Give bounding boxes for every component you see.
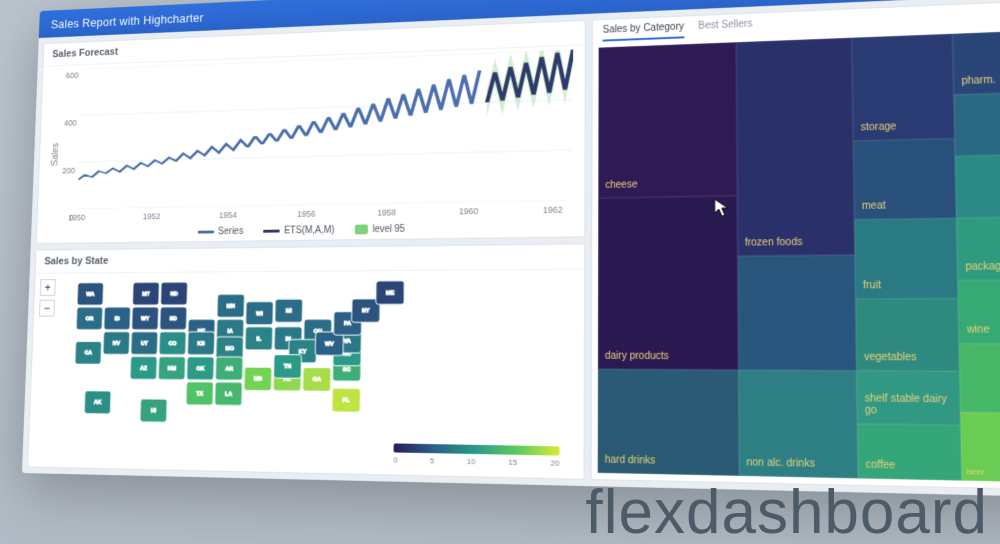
treemap-cell[interactable]: coffee: [857, 424, 962, 480]
panel-sales-by-category: Sales by CategoryBest Sellers cheesedair…: [591, 0, 1000, 491]
treemap-cell[interactable]: non alc. drinks: [738, 370, 858, 479]
legend-tick: 10: [467, 457, 476, 466]
state-CA[interactable]: CA: [75, 341, 102, 364]
y-axis-label: Sales: [51, 142, 61, 165]
treemap-cell[interactable]: vegetables: [856, 299, 960, 371]
state-IL[interactable]: IL: [245, 327, 273, 350]
zoom-in-button[interactable]: +: [40, 279, 56, 296]
choropleth-map[interactable]: WAORCANVIDMTWYUTAZCONMNDSDNEKSOKTXMNIAMO…: [64, 277, 431, 446]
legend-tick: 0: [393, 455, 397, 464]
forecast-chart[interactable]: Sales 0200400600 19501952195419561958196…: [37, 45, 585, 243]
y-tick: 400: [56, 118, 77, 128]
treemap-chart[interactable]: cheesedairy productshard drinks frozen fo…: [598, 30, 1000, 483]
state-MS[interactable]: MS: [244, 367, 272, 391]
state-MT[interactable]: MT: [132, 282, 159, 305]
treemap-cell[interactable]: meat: [853, 139, 956, 220]
state-AZ[interactable]: AZ: [130, 356, 157, 379]
state-ND[interactable]: ND: [160, 282, 187, 305]
state-WY[interactable]: WY: [132, 307, 159, 330]
state-ME[interactable]: ME: [376, 281, 405, 305]
watermark-text: flexdashboard: [586, 477, 989, 544]
state-NV[interactable]: NV: [103, 332, 130, 355]
state-FL[interactable]: FL: [332, 388, 361, 412]
x-tick: 1958: [377, 208, 396, 218]
treemap-cell[interactable]: beer: [961, 412, 1000, 482]
treemap-cell[interactable]: frozen foods: [736, 38, 855, 256]
x-tick: 1954: [219, 210, 237, 220]
treemap-cell[interactable]: dairy products: [598, 196, 738, 370]
y-tick: 600: [58, 71, 79, 81]
treemap-cell[interactable]: fruit: [855, 218, 959, 299]
legend-item[interactable]: level 95: [355, 224, 405, 235]
legend-tick: 5: [430, 456, 434, 465]
state-WI[interactable]: WI: [246, 302, 274, 325]
treemap-cell[interactable]: hard drinks: [598, 369, 739, 476]
treemap-cell[interactable]: packaging: [957, 217, 1000, 281]
legend-tick: 15: [508, 458, 517, 467]
x-tick: 1960: [459, 206, 478, 216]
zoom-controls: + −: [39, 279, 56, 316]
state-MI[interactable]: MI: [275, 299, 303, 322]
y-tick: 200: [55, 165, 76, 175]
chart-legend: Series ETS(M,A,M) level 95: [37, 221, 584, 239]
x-tick: 1956: [297, 209, 316, 219]
dashboard: Sales Report with Highcharter Source Cod…: [22, 0, 1000, 497]
treemap-cell[interactable]: pharm.: [953, 30, 1000, 95]
x-tick: 1962: [543, 205, 563, 215]
state-LA[interactable]: LA: [215, 382, 243, 406]
state-TN[interactable]: TN: [273, 355, 301, 379]
state-SD[interactable]: SD: [160, 307, 187, 330]
treemap-cell[interactable]: [738, 255, 857, 370]
state-MN[interactable]: MN: [217, 294, 245, 317]
x-tick: 1950: [68, 213, 85, 223]
color-legend: 0 5 10 15 20: [393, 443, 559, 468]
state-HI[interactable]: HI: [140, 399, 167, 422]
state-WA[interactable]: WA: [77, 283, 104, 306]
state-KS[interactable]: KS: [187, 332, 214, 355]
state-CO[interactable]: CO: [159, 332, 186, 355]
x-tick: 1952: [143, 212, 161, 222]
treemap-cell[interactable]: cheese: [598, 42, 737, 198]
panel-sales-by-state: Sales by State + − WAORCANVIDMTWYUTAZCON…: [27, 243, 585, 479]
legend-gradient: [394, 443, 560, 455]
treemap-cell[interactable]: storage: [852, 34, 955, 141]
state-AR[interactable]: AR: [215, 357, 243, 380]
state-TX[interactable]: TX: [186, 382, 214, 406]
state-UT[interactable]: UT: [131, 332, 158, 355]
legend-item[interactable]: Series: [197, 226, 243, 237]
treemap-cell[interactable]: [955, 154, 1000, 218]
legend-tick: 20: [551, 459, 560, 468]
state-GA[interactable]: GA: [303, 367, 331, 391]
state-ID[interactable]: ID: [104, 307, 131, 330]
state-AK[interactable]: AK: [84, 391, 111, 414]
treemap-cell[interactable]: shelf stable dairy go: [857, 370, 961, 425]
treemap-cell[interactable]: [954, 92, 1000, 156]
panel-sales-forecast: Sales Forecast Sales 0200400600 19501952…: [36, 20, 586, 244]
treemap-cell[interactable]: wine: [958, 280, 1000, 344]
state-OR[interactable]: OR: [76, 307, 103, 330]
state-NM[interactable]: NM: [158, 357, 185, 380]
zoom-out-button[interactable]: −: [39, 300, 55, 317]
state-OK[interactable]: OK: [187, 357, 214, 380]
treemap-cell[interactable]: [959, 344, 1000, 413]
legend-item[interactable]: ETS(M,A,M): [263, 225, 334, 237]
